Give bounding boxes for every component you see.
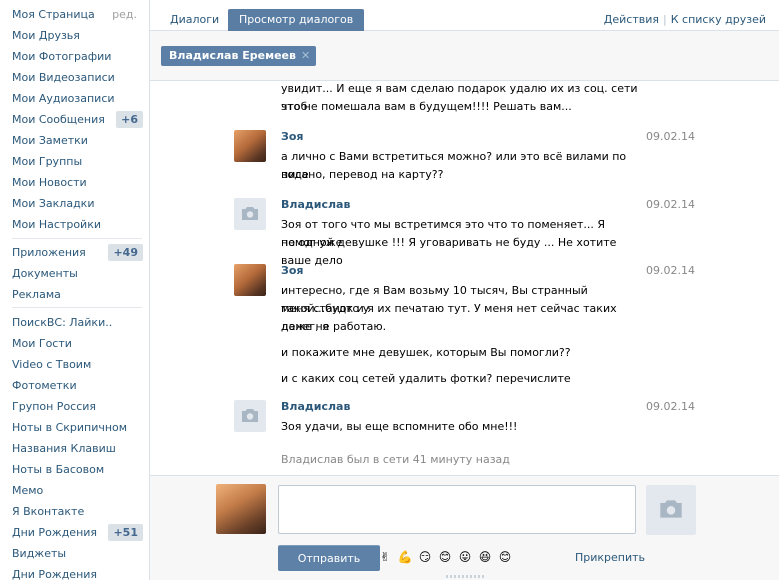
sidebar-item-bookmarks[interactable]: Мои Закладки: [12, 193, 94, 214]
sidebar-item-ads[interactable]: Реклама: [12, 284, 61, 305]
tab-view-dialogs[interactable]: Просмотр диалогов: [228, 9, 365, 31]
sidebar-app-item[interactable]: Мои Гости: [12, 333, 72, 354]
sidebar-item-notes[interactable]: Мои Заметки: [12, 130, 88, 151]
sidebar-item-settings[interactable]: Мои Настройки: [12, 214, 101, 235]
sidebar-app-item[interactable]: Ноты в Басовом: [12, 459, 104, 480]
sidebar-app-item[interactable]: Я Вконтакте: [12, 501, 84, 522]
message-author[interactable]: Зоя: [281, 130, 303, 143]
message-author[interactable]: Зоя: [281, 264, 303, 277]
camera-icon: [242, 409, 258, 422]
smirk-icon[interactable]: 😏: [417, 549, 433, 565]
apps-count-badge[interactable]: +49: [108, 244, 143, 261]
resize-handle[interactable]: [446, 575, 486, 578]
smile-icon[interactable]: 😊: [497, 549, 513, 565]
messages-count-badge[interactable]: +6: [116, 111, 143, 128]
tab-dialogs[interactable]: Диалоги: [159, 9, 230, 31]
message-date: 09.02.14: [646, 400, 695, 413]
sidebar-item-documents[interactable]: Документы: [12, 263, 78, 284]
sidebar-app-item[interactable]: Ноты в Скрипичном: [12, 417, 127, 438]
sidebar-divider: [12, 238, 142, 239]
sidebar-app-item[interactable]: Video с Твоим: [12, 354, 91, 375]
victory-hand-icon[interactable]: ✌: [377, 549, 393, 565]
links-separator: |: [663, 13, 667, 26]
message-date: 09.02.14: [646, 264, 695, 277]
message-text-line: даже не работаю.: [281, 320, 387, 333]
message-composer: Отправить ✌ 💪 😏 😊 😛 😆 😊 Прикрепить: [150, 475, 779, 580]
message-author[interactable]: Владислав: [281, 198, 350, 211]
online-status: Владислав был в сети 41 минуту назад: [281, 453, 510, 466]
camera-icon: [660, 500, 682, 518]
message-history: увидит... И еще я вам сделаю подарок уда…: [150, 82, 779, 475]
sidebar-app-item[interactable]: Дни Рождения: [12, 564, 97, 585]
peer-bar: Владислав Еремеев ✕: [150, 31, 779, 81]
sidebar-item-my-page[interactable]: Моя Страница: [12, 4, 95, 25]
send-button[interactable]: Отправить: [278, 545, 380, 571]
flexed-biceps-icon[interactable]: 💪: [397, 549, 413, 565]
peer-avatar[interactable]: [646, 485, 696, 535]
message-text-line: это не помешала вам в будущем!!!! Решать…: [281, 100, 572, 113]
avatar[interactable]: [234, 400, 266, 432]
tab-bar: Диалоги Просмотр диалогов Действия | К спи…: [150, 0, 779, 31]
top-links: Действия | К списку друзей: [604, 13, 766, 26]
sidebar-item-photos[interactable]: Мои Фотографии: [12, 46, 111, 67]
my-avatar[interactable]: [216, 484, 266, 534]
message-date: 09.02.14: [646, 198, 695, 211]
sidebar-item-friends[interactable]: Мои Друзья: [12, 25, 80, 46]
sidebar-app-item[interactable]: Мемо: [12, 480, 43, 501]
left-sidebar: Моя Страница ред. Мои Друзья Мои Фотогра…: [0, 0, 149, 581]
dialog-panel: Диалоги Просмотр диалогов Действия | К спи…: [149, 0, 779, 580]
peer-name: Владислав Еремеев: [169, 49, 296, 62]
message-input[interactable]: [278, 485, 636, 534]
sidebar-item-videos[interactable]: Мои Видеозаписи: [12, 67, 115, 88]
to-friends-link[interactable]: К списку друзей: [671, 13, 766, 26]
sidebar-app-item[interactable]: Фотометки: [12, 375, 77, 396]
sidebar-item-audios[interactable]: Мои Аудиозаписи: [12, 88, 115, 109]
camera-icon: [242, 207, 258, 220]
laughing-icon[interactable]: 😆: [477, 549, 493, 565]
peer-chip[interactable]: Владислав Еремеев ✕: [161, 46, 317, 66]
message-text-line: Зоя удачи, вы еще вспомните обо мне!!!: [281, 420, 518, 433]
sidebar-edit-link[interactable]: ред.: [112, 8, 137, 21]
tongue-icon[interactable]: 😛: [457, 549, 473, 565]
birthdays-count-badge[interactable]: +51: [108, 524, 143, 541]
avatar[interactable]: [234, 130, 266, 162]
attach-link[interactable]: Прикрепить: [575, 551, 645, 564]
actions-link[interactable]: Действия: [604, 13, 659, 26]
sidebar-app-item[interactable]: ПоискВС: Лайки..: [12, 312, 112, 333]
message-date: 09.02.14: [646, 130, 695, 143]
sidebar-item-messages[interactable]: Мои Сообщения: [12, 109, 105, 130]
avatar[interactable]: [234, 198, 266, 230]
message-text-line: и покажите мне девушек, которым Вы помог…: [281, 346, 571, 359]
avatar[interactable]: [234, 264, 266, 296]
sidebar-item-groups[interactable]: Мои Группы: [12, 151, 82, 172]
sidebar-app-item[interactable]: Дни Рождения: [12, 522, 97, 543]
message-author[interactable]: Владислав: [281, 400, 350, 413]
message-text-line: и с каких соц сетей удалить фотки? переч…: [281, 372, 571, 385]
sidebar-item-news[interactable]: Мои Новости: [12, 172, 87, 193]
blush-icon[interactable]: 😊: [437, 549, 453, 565]
sidebar-app-item[interactable]: Групон Россия: [12, 396, 96, 417]
message-text-line: не одной девушке !!! Я уговаривать не бу…: [281, 236, 617, 267]
sidebar-app-item[interactable]: Виджеты: [12, 543, 66, 564]
sidebar-divider: [12, 307, 142, 308]
message-text-line: писано, перевод на карту??: [281, 168, 444, 181]
close-icon[interactable]: ✕: [301, 49, 310, 62]
sidebar-item-apps[interactable]: Приложения: [12, 242, 86, 263]
sidebar-app-item[interactable]: Названия Клавиш: [12, 438, 116, 459]
